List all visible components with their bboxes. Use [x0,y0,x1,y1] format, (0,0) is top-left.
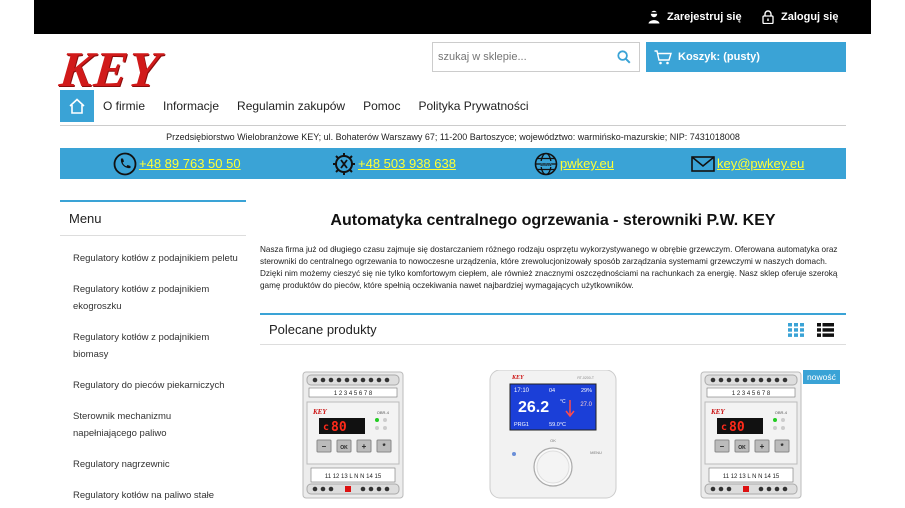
sidebar-item-piekarnicze[interactable]: Regulatory do pieców piekarniczych [60,377,246,394]
login-link[interactable]: Zaloguj się [762,0,838,34]
svg-text:PRG1: PRG1 [514,422,529,428]
user-icon [648,10,660,24]
cart-button[interactable]: Koszyk: (pusty) [646,42,846,72]
product-image-room-controller[interactable]: KEY RT-0200-T 17:10 04 29% 26.2 °C 27.0 … [488,370,618,500]
svg-text:MENU: MENU [590,450,602,455]
product-brand-label: KEY [710,408,725,416]
svg-text:°C: °C [560,399,566,405]
sidebar-item-pelet[interactable]: Regulatory kotłów z podajnikiem peletu [60,250,246,267]
nav-item-pomoc[interactable]: Pomoc [354,90,409,122]
nav-item-informacje[interactable]: Informacje [154,90,228,122]
svg-text:–: – [720,442,725,451]
main-nav: O firmie Informacje Regulamin zakupów Po… [60,90,538,122]
sidebar-title: Menu [69,211,102,226]
search-input[interactable] [433,43,608,71]
nav-item-polityka[interactable]: Polityka Prywatności [409,90,537,122]
svg-text:OK: OK [550,438,556,443]
phone-icon [113,152,137,175]
new-badge: nowość [803,370,840,384]
product-image-din-controller-1[interactable]: 1 2 3 4 5 6 7 8 KEY OBR-4 c 80 – OK + * … [301,370,405,500]
svg-text:OK: OK [738,445,746,451]
login-label: Zaloguj się [781,11,839,23]
home-button[interactable] [60,90,94,122]
product-model-label: OBR-4 [775,410,788,415]
product-brand-label: KEY [511,375,525,381]
product-brand-label: KEY [312,408,327,416]
phone-number: +48 89 763 50 50 [139,156,241,171]
svg-text:c: c [323,422,329,433]
mobile-phone-icon [333,152,355,175]
category-sidebar: Menu Regulatory kotłów z podajnikiem pel… [60,200,246,504]
svg-text:+: + [362,442,367,451]
sidebar-item-ekogroszek[interactable]: Regulatory kotłów z podajnikiem ekogrosz… [60,281,210,315]
sidebar-item-nagrzewnice[interactable]: Regulatory nagrzewnic [60,456,246,473]
register-link[interactable]: Zarejestruj się [648,0,742,34]
svg-text:1 2 3 4 5 6 7 8: 1 2 3 4 5 6 7 8 [334,391,373,397]
svg-text:59.0°C: 59.0°C [549,422,566,428]
nav-item-regulamin[interactable]: Regulamin zakupów [228,90,354,122]
product-model-label: RT-0200-T [577,376,595,380]
website-link[interactable]: www pwkey.eu [534,148,614,179]
svg-text:–: – [322,442,327,451]
svg-text:27.0: 27.0 [580,402,592,408]
nav-divider [60,125,846,126]
mobile-number: +48 503 938 638 [358,156,456,171]
sidebar-list: Regulatory kotłów z podajnikiem peletu R… [60,250,246,504]
grid-view-icon[interactable] [788,323,804,337]
svg-text:17:10: 17:10 [514,388,530,394]
sidebar-item-biomasa[interactable]: Regulatory kotłów z podajnikiem biomasy [60,329,210,363]
padlock-icon [762,10,774,24]
company-info: Przedsiębiorstwo Wielobranżowe KEY; ul. … [166,132,740,142]
register-label: Zarejestruj się [667,11,742,23]
product-display-value: 80 [729,420,745,435]
page: Zarejestruj się Zaloguj się KEY Koszyk: … [0,0,905,508]
page-description: Nasza firma już od długiego czasu zajmuj… [260,245,838,290]
svg-text:www: www [539,162,552,168]
svg-text:c: c [721,422,727,433]
key-logo[interactable]: KEY [57,41,163,97]
svg-text:11 12 13 L N N 14 15: 11 12 13 L N N 14 15 [723,474,780,480]
phone-link[interactable]: +48 89 763 50 50 [113,148,241,179]
website-url: pwkey.eu [560,156,614,171]
cart-icon [654,49,672,64]
globe-icon: www [534,152,558,175]
sidebar-divider [60,235,246,236]
recommended-accent-line [260,313,846,315]
envelope-icon [691,155,715,172]
search-box [432,42,640,72]
home-icon [69,98,85,114]
svg-text:29%: 29% [581,388,592,394]
nav-item-o-firmie[interactable]: O firmie [94,90,154,122]
list-view-icon[interactable] [817,323,834,337]
contact-strip: +48 89 763 50 50 +48 503 938 638 www pwk… [60,148,846,179]
product-display-value: 80 [331,420,347,435]
page-title: Automatyka centralnego ogrzewania - ster… [330,212,776,229]
sidebar-item-mechanizm[interactable]: Sterownik mechanizmu napełniającego pali… [60,408,235,442]
recommended-title: Polecane produkty [269,322,377,337]
recommended-divider [260,344,846,345]
svg-text:+: + [760,442,765,451]
mobile-link[interactable]: +48 503 938 638 [332,148,456,179]
svg-text:11 12 13 L N N 14 15: 11 12 13 L N N 14 15 [325,474,382,480]
sidebar-item-paliwo-stale[interactable]: Regulatory kotłów na paliwo stałe [60,487,246,504]
svg-text:OK: OK [340,445,348,451]
email-link[interactable]: key@pwkey.eu [691,148,804,179]
top-account-bar: Zarejestruj się Zaloguj się [34,0,871,34]
email-address: key@pwkey.eu [717,156,805,171]
svg-text:04: 04 [549,388,555,394]
svg-text:26.2: 26.2 [518,399,549,416]
product-image-din-controller-2[interactable]: 1 2 3 4 5 6 7 8 KEY OBR-4 c 80 – OK + * … [699,370,803,500]
product-model-label: OBR-4 [377,410,390,415]
search-icon[interactable] [617,50,631,64]
svg-text:1 2 3 4 5 6 7 8: 1 2 3 4 5 6 7 8 [732,391,771,397]
cart-label: Koszyk: (pusty) [678,51,760,63]
